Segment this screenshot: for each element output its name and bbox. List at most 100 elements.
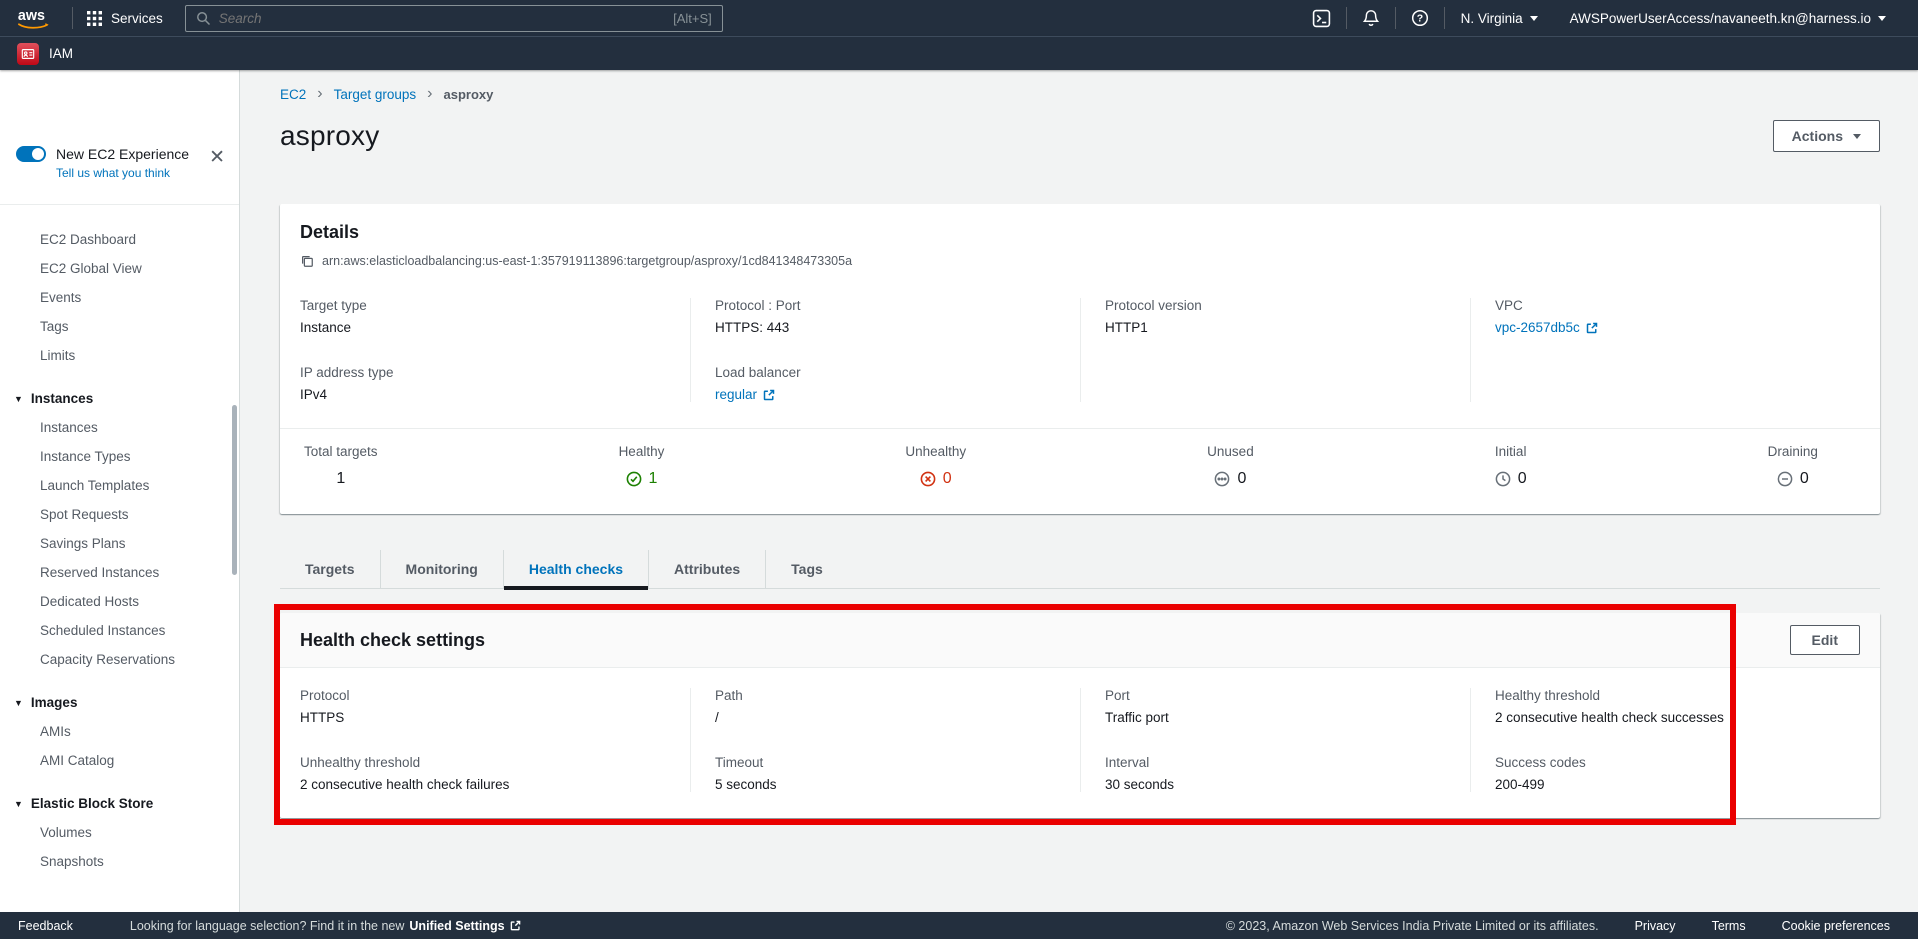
search-shortcut-hint: [Alt+S] [673,11,712,26]
field-path: Path / [715,688,1080,725]
console-footer: Feedback Looking for language selection?… [0,912,1918,939]
cloudshell-terminal-icon [1312,9,1331,28]
vpc-link[interactable]: vpc-2657db5c [1495,320,1598,335]
sidebar-item-reserved-instances[interactable]: Reserved Instances [0,558,239,587]
field-unhealthy-threshold: Unhealthy threshold 2 consecutive health… [300,755,690,792]
health-check-settings-header: Health check settings [300,630,485,651]
actions-button[interactable]: Actions [1773,120,1880,152]
cookie-preferences-link[interactable]: Cookie preferences [1782,919,1890,933]
search-input[interactable] [219,11,665,26]
tab-targets[interactable]: Targets [280,550,381,588]
load-balancer-link[interactable]: regular [715,387,775,402]
sidebar-item-instance-types[interactable]: Instance Types [0,442,239,471]
field-port: Port Traffic port [1105,688,1470,725]
question-mark-icon: ? [1411,9,1429,27]
stat-healthy: Healthy 1 [619,444,665,488]
notifications-button[interactable] [1347,9,1395,27]
new-experience-toggle[interactable] [16,146,46,162]
triangle-down-icon: ▼ [14,799,23,809]
field-target-type: Target type Instance [300,298,690,335]
sidebar-item-ami-catalog[interactable]: AMI Catalog [0,746,239,775]
sidebar-section-elastic-block-store[interactable]: ▼ Elastic Block Store [0,789,239,818]
breadcrumb-ec2-link[interactable]: EC2 [280,87,306,102]
aws-logo[interactable]: aws [16,5,58,32]
sidebar-item-limits[interactable]: Limits [0,341,239,370]
field-timeout: Timeout 5 seconds [715,755,1080,792]
language-settings-note: Looking for language selection? Find it … [130,919,521,933]
tab-tags[interactable]: Tags [766,550,848,588]
sidebar-item-ec2-dashboard[interactable]: EC2 Dashboard [0,225,239,254]
privacy-link[interactable]: Privacy [1635,919,1676,933]
terms-link[interactable]: Terms [1712,919,1746,933]
sidebar-item-spot-requests[interactable]: Spot Requests [0,500,239,529]
sidebar-item-volumes[interactable]: Volumes [0,818,239,847]
ellipsis-circle-icon [1214,471,1230,487]
global-search-box[interactable]: [Alt+S] [185,5,723,32]
iam-service-icon [17,43,39,65]
breadcrumb: EC2 › Target groups › asproxy [280,86,1880,102]
sidebar-item-ec2-global-view[interactable]: EC2 Global View [0,254,239,283]
grid-icon [87,11,102,26]
tab-attributes[interactable]: Attributes [649,550,766,588]
field-vpc: VPC vpc-2657db5c [1495,298,1860,335]
close-icon[interactable]: ✕ [209,148,225,167]
target-group-arn: arn:aws:elasticloadbalancing:us-east-1:3… [322,254,852,268]
region-label: N. Virginia [1461,11,1523,26]
stat-total-targets: Total targets 1 [304,444,378,488]
sidebar-section-images[interactable]: ▼ Images [0,688,239,717]
tab-monitoring[interactable]: Monitoring [381,550,504,588]
stat-draining: Draining 0 [1768,444,1818,488]
clock-icon [1495,471,1511,487]
details-card: Details arn:aws:elasticloadbalancing:us-… [280,204,1880,514]
bell-icon [1362,9,1380,27]
triangle-down-icon: ▼ [14,698,23,708]
svg-text:?: ? [1416,13,1422,25]
region-selector[interactable]: N. Virginia [1445,11,1554,26]
field-interval: Interval 30 seconds [1105,755,1470,792]
cloudshell-button[interactable] [1297,9,1346,28]
account-menu[interactable]: AWSPowerUserAccess/navaneeth.kn@harness.… [1554,11,1902,26]
banner-title: New EC2 Experience [56,146,189,162]
stat-initial: Initial 0 [1495,444,1527,488]
field-load-balancer: Load balancer regular [715,365,1080,402]
sidebar-scrollbar[interactable] [232,405,237,575]
sidebar-item-launch-templates[interactable]: Launch Templates [0,471,239,500]
x-circle-icon [920,471,936,487]
external-link-icon [510,920,521,931]
target-status-summary: Total targets 1 Healthy 1 Unhealthy 0 [280,428,1880,514]
feedback-button[interactable]: Feedback [18,919,73,933]
sidebar-item-tags[interactable]: Tags [0,312,239,341]
favorite-iam-link[interactable]: IAM [17,43,73,65]
sidebar-item-instances[interactable]: Instances [0,413,239,442]
details-header: Details [300,222,1860,243]
sidebar-item-snapshots[interactable]: Snapshots [0,847,239,876]
unified-settings-link[interactable]: Unified Settings [409,919,520,933]
chevron-down-icon [1530,16,1538,21]
sidebar-item-scheduled-instances[interactable]: Scheduled Instances [0,616,239,645]
sidebar-item-capacity-reservations[interactable]: Capacity Reservations [0,645,239,674]
sidebar-item-amis[interactable]: AMIs [0,717,239,746]
tab-health-checks[interactable]: Health checks [504,550,649,588]
breadcrumb-target-groups-link[interactable]: Target groups [334,87,417,102]
main-content: EC2 › Target groups › asproxy asproxy Ac… [240,70,1918,912]
page-title: asproxy [280,120,379,152]
favorite-label: IAM [49,46,73,61]
help-button[interactable]: ? [1396,9,1444,27]
field-success-codes: Success codes 200-499 [1495,755,1860,792]
check-circle-icon [626,471,642,487]
topbar-right-group: ? N. Virginia AWSPowerUserAccess/navanee… [1297,7,1902,29]
sidebar-item-events[interactable]: Events [0,283,239,312]
sidebar-item-savings-plans[interactable]: Savings Plans [0,529,239,558]
copy-icon[interactable] [300,254,314,268]
ec2-sidebar: New EC2 Experience ✕ Tell us what you th… [0,70,240,912]
sidebar-item-dedicated-hosts[interactable]: Dedicated Hosts [0,587,239,616]
sidebar-section-instances[interactable]: ▼ Instances [0,384,239,413]
feedback-link[interactable]: Tell us what you think [56,166,170,180]
target-group-tabs: Targets Monitoring Health checks Attribu… [280,550,1880,589]
field-protocol: Protocol HTTPS [300,688,690,725]
services-label: Services [111,11,163,26]
health-check-fields: Protocol HTTPS Unhealthy threshold 2 con… [280,668,1880,818]
stat-unhealthy: Unhealthy 0 [905,444,966,488]
edit-button[interactable]: Edit [1790,625,1860,655]
services-menu-button[interactable]: Services [87,11,163,26]
